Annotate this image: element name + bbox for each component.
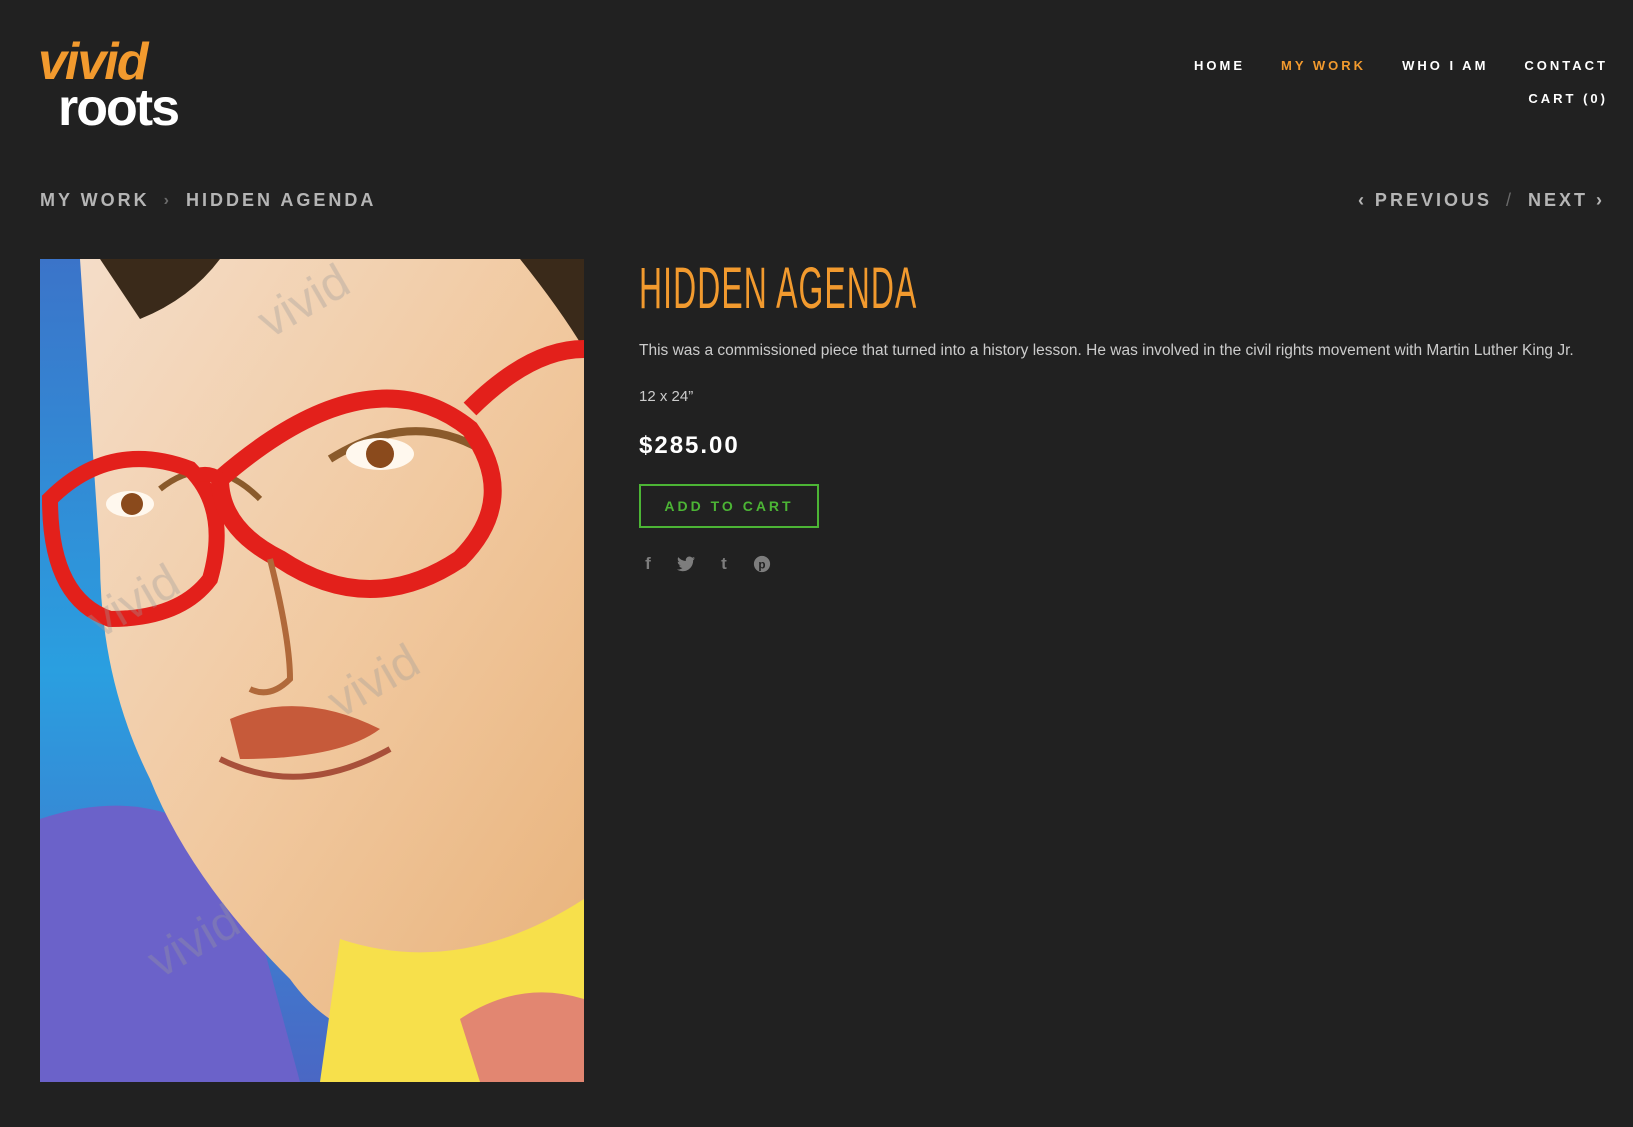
nav-item-home[interactable]: HOME xyxy=(1194,58,1245,73)
product-pager: ‹ PREVIOUS / NEXT › xyxy=(1358,190,1605,211)
add-to-cart-button[interactable]: ADD TO CART xyxy=(639,484,819,528)
breadcrumb-my-work[interactable]: MY WORK xyxy=(40,190,150,211)
svg-text:p: p xyxy=(758,559,765,572)
nav-item-my-work[interactable]: MY WORK xyxy=(1281,58,1366,73)
breadcrumb: MY WORK › HIDDEN AGENDA xyxy=(40,190,376,211)
twitter-icon[interactable] xyxy=(677,555,695,573)
artwork-image[interactable]: vivid vivid vivid vivid xyxy=(40,259,584,1082)
facebook-icon[interactable]: f xyxy=(639,554,657,573)
product-price: $285.00 xyxy=(639,432,740,459)
product-dimensions: 12 x 24” xyxy=(639,388,694,405)
nav-item-who-i-am[interactable]: WHO I AM xyxy=(1402,58,1488,73)
pager-separator: / xyxy=(1505,190,1514,210)
share-links: f t p xyxy=(639,554,771,573)
site-logo[interactable]: vivid roots xyxy=(38,30,223,140)
breadcrumb-separator: › xyxy=(163,191,172,209)
logo-text-roots: roots xyxy=(58,79,180,137)
main-nav: HOME MY WORK WHO I AM CONTACT CART (0) xyxy=(1194,58,1608,106)
breadcrumb-current[interactable]: HIDDEN AGENDA xyxy=(186,190,376,211)
nav-item-contact[interactable]: CONTACT xyxy=(1524,58,1608,73)
product-title: HIDDEN AGENDA xyxy=(639,256,918,321)
previous-link[interactable]: ‹ PREVIOUS xyxy=(1358,190,1492,211)
next-link[interactable]: NEXT › xyxy=(1528,190,1605,211)
tumblr-icon[interactable]: t xyxy=(715,554,733,573)
cart-link[interactable]: CART (0) xyxy=(1528,91,1608,106)
portrait-painting: vivid vivid vivid vivid xyxy=(40,259,584,1082)
pinterest-icon[interactable]: p xyxy=(753,555,771,573)
product-description: This was a commissioned piece that turne… xyxy=(639,342,1574,359)
